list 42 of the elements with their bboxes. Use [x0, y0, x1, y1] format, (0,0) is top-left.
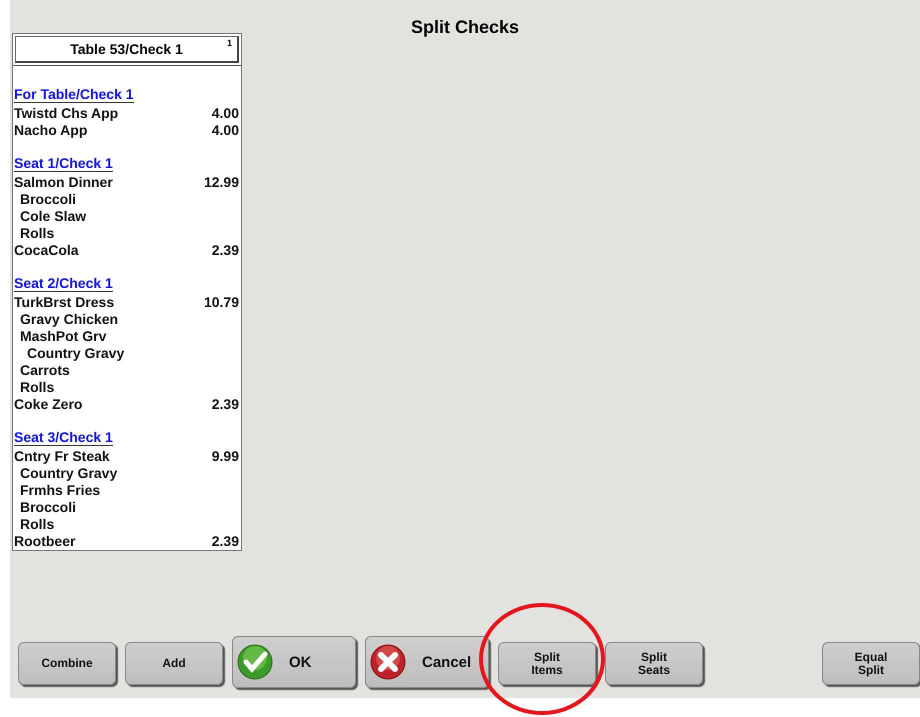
item-name[interactable]: Cole Slaw: [14, 208, 86, 224]
item-name[interactable]: TurkBrst Dress: [14, 294, 114, 310]
item-name[interactable]: Rolls: [14, 224, 54, 240]
check-title: Table 53/Check 1: [70, 41, 183, 57]
item-price: 9.99: [212, 448, 239, 464]
action-button[interactable]: Add: [125, 642, 223, 685]
item-name[interactable]: Country Gravy: [14, 344, 124, 360]
section-heading[interactable]: Seat 1/Check 1: [14, 155, 113, 172]
section-heading[interactable]: For Table/Check 1: [14, 86, 134, 103]
item-name[interactable]: Broccoli: [14, 190, 76, 206]
action-button[interactable]: Equal Split: [822, 642, 920, 685]
item-name[interactable]: Frmhs Fries: [14, 482, 100, 498]
item-name[interactable]: Rolls: [14, 378, 54, 394]
cancel-button[interactable]: Cancel: [365, 636, 489, 688]
item-name[interactable]: Broccoli: [14, 498, 76, 514]
item-name[interactable]: Rootbeer: [14, 532, 76, 548]
item-name[interactable]: Carrots: [14, 362, 70, 378]
action-button[interactable]: Split Items: [498, 642, 596, 685]
item-name[interactable]: Salmon Dinner: [14, 174, 113, 190]
item-name[interactable]: Country Gravy: [14, 464, 118, 480]
item-name[interactable]: Cntry Fr Steak: [14, 448, 110, 464]
check-number: 1: [226, 38, 232, 48]
item-price: 4.00: [212, 122, 239, 138]
item-name[interactable]: Coke Zero: [14, 396, 82, 412]
item-name[interactable]: Twistd Chs App: [14, 104, 118, 120]
item-price: 12.99: [204, 174, 239, 190]
item-price: 2.39: [212, 242, 239, 258]
item-price: 10.79: [204, 294, 239, 310]
item-name[interactable]: MashPot Grv: [14, 328, 106, 344]
item-price: 4.00: [212, 104, 239, 120]
item-name[interactable]: CocaCola: [14, 242, 79, 258]
action-button[interactable]: Split Seats: [605, 642, 703, 685]
item-name[interactable]: Nacho App: [14, 122, 88, 138]
check-header[interactable]: Table 53/Check 1 1: [15, 36, 239, 63]
item-name[interactable]: Rolls: [14, 516, 54, 532]
section-heading[interactable]: Seat 2/Check 1: [14, 275, 113, 292]
item-name[interactable]: Gravy Chicken: [14, 310, 118, 326]
ok-button[interactable]: OK: [232, 636, 356, 688]
section-heading[interactable]: Seat 3/Check 1: [14, 429, 113, 446]
item-price: 2.39: [212, 396, 239, 412]
action-button[interactable]: Combine: [18, 642, 116, 685]
item-price: 2.39: [212, 532, 239, 548]
